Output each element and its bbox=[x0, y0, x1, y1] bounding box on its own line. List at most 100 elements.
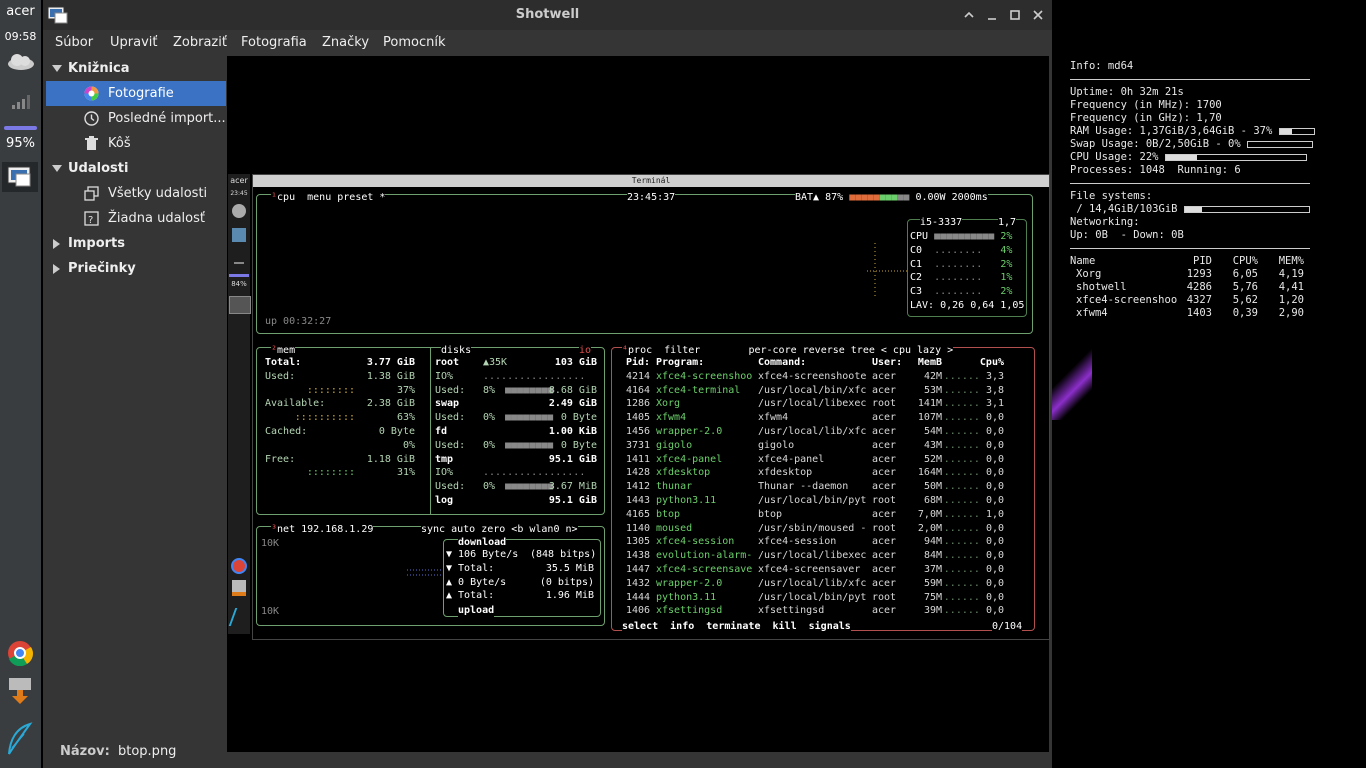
chrome-icon[interactable] bbox=[7, 640, 33, 667]
sidebar-item-kos[interactable]: Kôš bbox=[46, 131, 226, 156]
minimize-button[interactable] bbox=[983, 6, 1001, 24]
proc-cpu-cell: ...... 0,0 bbox=[943, 412, 1004, 424]
proc-row[interactable]: 1428 xfdesktop xfdesktop acer 164M...... 0,0 bbox=[626, 466, 1030, 480]
feather-icon[interactable] bbox=[6, 722, 34, 756]
proc-cpu-cell: ...... 0,0 bbox=[943, 425, 1004, 437]
expander-open-icon[interactable] bbox=[52, 165, 62, 173]
events-icon bbox=[84, 186, 99, 201]
proc-row[interactable]: 1447 xfce4-screensave xfce4-screensaver ace… bbox=[626, 563, 1030, 577]
proc-command: /usr/local/bin/pyt bbox=[758, 591, 867, 603]
net-title: ³net 192.168.1.29 bbox=[271, 523, 374, 537]
sidebar-item-posledne-importy[interactable]: Posledné import... bbox=[46, 106, 226, 131]
terminal-task-icon bbox=[229, 296, 251, 314]
conky-cpu: CPU Usage: 22% bbox=[1070, 151, 1159, 163]
terminal-window[interactable]: Terminál ¹cpu menu preset * 23:45:37 BAT… bbox=[252, 174, 1050, 640]
proc-row[interactable]: 4165 btop btop acer 7,0M...... 1,0 bbox=[626, 508, 1030, 522]
expander-closed-icon[interactable] bbox=[53, 239, 61, 249]
proc-row[interactable]: 1443 python3.11/usr/local/bin/pyt root 68M.… bbox=[626, 494, 1030, 508]
proc-row[interactable]: 1456 wrapper-2.0/usr/local/lib/xfc acer 54M… bbox=[626, 425, 1030, 439]
proc-program: python3.11 bbox=[656, 591, 717, 603]
conky-uptime: Uptime: 0h 32m 21s bbox=[1070, 86, 1184, 98]
shade-button[interactable] bbox=[960, 6, 978, 24]
core-pct: 4% bbox=[1000, 244, 1013, 256]
cpu-core-box: i5-3337 1,7 CPU ■■■■■■■■■■ 2% C0 .......… bbox=[907, 216, 1027, 317]
col-mem[interactable]: MemB bbox=[908, 356, 942, 370]
disk-pct: 8% bbox=[483, 384, 496, 396]
cpu-tabs[interactable]: ¹cpu menu preset * bbox=[271, 191, 386, 205]
proc-count: 0/104 bbox=[992, 620, 1023, 634]
sidebar-item-prieciky[interactable]: Priečinky bbox=[46, 256, 226, 281]
refresh-rate[interactable]: 2000ms bbox=[952, 192, 988, 203]
proc-pid: 1447 bbox=[626, 563, 651, 575]
title-bar[interactable]: Shotwell bbox=[43, 0, 1052, 30]
proc-pid: 1432 bbox=[626, 577, 651, 589]
menu-fotografia[interactable]: Fotografia bbox=[241, 35, 307, 50]
sidebar-item-vsetky-udalosti[interactable]: Všetky udalosti bbox=[46, 181, 226, 206]
col-user[interactable]: User: bbox=[872, 356, 908, 370]
proc-mem: 53M bbox=[923, 384, 942, 396]
net-tabs[interactable]: sync auto zero <b wlan0 n> bbox=[421, 523, 578, 537]
proc-row[interactable]: 4164 xfce4-terminal/usr/local/bin/xfc acer… bbox=[626, 384, 1030, 398]
sidebar-item-kniznica[interactable]: Knižnica bbox=[46, 56, 226, 81]
signal-icon[interactable] bbox=[12, 94, 30, 109]
name-value[interactable]: btop.png bbox=[118, 744, 176, 759]
menu-zobrazit[interactable]: Zobraziť bbox=[173, 35, 227, 50]
proc-footer-text[interactable]: select info terminate kill signals bbox=[622, 621, 851, 632]
proc-command: /usr/sbin/moused - bbox=[758, 522, 867, 534]
proc-row[interactable]: 1411 xfce4-panel xfce4-panel acer 52M...... … bbox=[626, 453, 1030, 467]
left-panel: acer 09:58 95% bbox=[0, 0, 41, 768]
col-command[interactable]: Command: bbox=[758, 356, 872, 370]
proc-row[interactable]: 3731 gigolo gigolo acer 43M...... 0,0 bbox=[626, 439, 1030, 453]
battery-percent[interactable]: 95% bbox=[0, 136, 41, 151]
proc-mem: 2,0M bbox=[917, 522, 942, 534]
proc-row[interactable]: 1305 xfce4-session xfce4-session acer 94M...… bbox=[626, 535, 1030, 549]
menu-subor[interactable]: Súbor bbox=[55, 35, 93, 50]
weather-icon[interactable] bbox=[6, 52, 36, 72]
disk-label: Used: bbox=[435, 384, 466, 396]
proc-pid: 4165 bbox=[626, 508, 651, 520]
proc-row[interactable]: 4214 xfce4-screenshoo xfce4-screenshoote ac… bbox=[626, 370, 1030, 384]
proc-row[interactable]: 1438 evolution-alarm- /usr/local/libexec ac… bbox=[626, 549, 1030, 563]
proc-footer[interactable]: select info terminate kill signals bbox=[622, 620, 851, 634]
proc-program: xfwm4 bbox=[656, 412, 687, 424]
panel-clock[interactable]: 09:58 bbox=[0, 30, 41, 43]
proc-command: xfce4-screensaver bbox=[758, 563, 861, 575]
installer-icon[interactable] bbox=[8, 676, 32, 704]
terminal-title[interactable]: Terminál bbox=[253, 175, 1049, 187]
menu-upravit[interactable]: Upraviť bbox=[110, 35, 157, 50]
maximize-button[interactable] bbox=[1006, 6, 1024, 24]
proc-row[interactable]: 1412 thunar Thunar --daemon acer 50M...... 0… bbox=[626, 480, 1030, 494]
sidebar-item-fotografie[interactable]: Fotografie bbox=[46, 81, 226, 106]
preset-tab[interactable]: preset * bbox=[337, 192, 385, 203]
menu-pomocnik[interactable]: Pomocník bbox=[383, 35, 445, 50]
panel-user[interactable]: acer bbox=[0, 4, 41, 19]
col-program[interactable]: Program: bbox=[656, 356, 758, 370]
menu-tab[interactable]: menu bbox=[307, 192, 331, 203]
proc-user: acer bbox=[872, 481, 897, 493]
expander-closed-icon[interactable] bbox=[53, 264, 61, 274]
proc-row[interactable]: 1286 Xorg/usr/local/libexec root 141M......… bbox=[626, 397, 1030, 411]
proc-row[interactable]: 1444 python3.11/usr/local/bin/pyt root 75M.… bbox=[626, 591, 1030, 605]
menu-znacky[interactable]: Značky bbox=[322, 35, 369, 50]
expander-open-icon[interactable] bbox=[52, 65, 62, 73]
proc-cpu: 0,0 bbox=[985, 425, 1004, 437]
proc-program: xfdesktop bbox=[656, 467, 711, 479]
sidebar-item-imports[interactable]: Imports bbox=[46, 231, 226, 256]
disk-label: tmp bbox=[435, 453, 454, 465]
core-pct: 2% bbox=[1000, 231, 1013, 242]
close-button[interactable] bbox=[1029, 6, 1047, 24]
sidebar-item-ziadna-udalost[interactable]: ? Žiadna udalosť bbox=[46, 206, 226, 231]
col-cpu[interactable]: Cpu% bbox=[942, 356, 1004, 370]
proc-row[interactable]: 1405 xfwm4 xfwm4 acer 107M...... 0,0 bbox=[626, 411, 1030, 425]
proc-cpu: 0,0 bbox=[985, 412, 1004, 424]
top-cpu: 6,05 bbox=[1232, 268, 1258, 280]
sidebar-item-udalosti[interactable]: Udalosti bbox=[46, 156, 226, 181]
proc-user: acer bbox=[872, 508, 897, 520]
proc-row[interactable]: 1406 xfsettingsd xfsettingsd acer 39M...... … bbox=[626, 604, 1030, 618]
col-pid[interactable]: Pid: bbox=[626, 356, 656, 370]
shotwell-task-icon[interactable] bbox=[2, 162, 38, 192]
proc-row[interactable]: 1140 moused/usr/sbin/moused - root 2,0M....… bbox=[626, 522, 1030, 536]
cpu-tab[interactable]: cpu bbox=[277, 192, 295, 203]
proc-row[interactable]: 1432 wrapper-2.0/usr/local/lib/xfc acer 59M… bbox=[626, 577, 1030, 591]
proc-header-text[interactable]: proc filter per-core reverse tree < cpu … bbox=[628, 345, 953, 356]
